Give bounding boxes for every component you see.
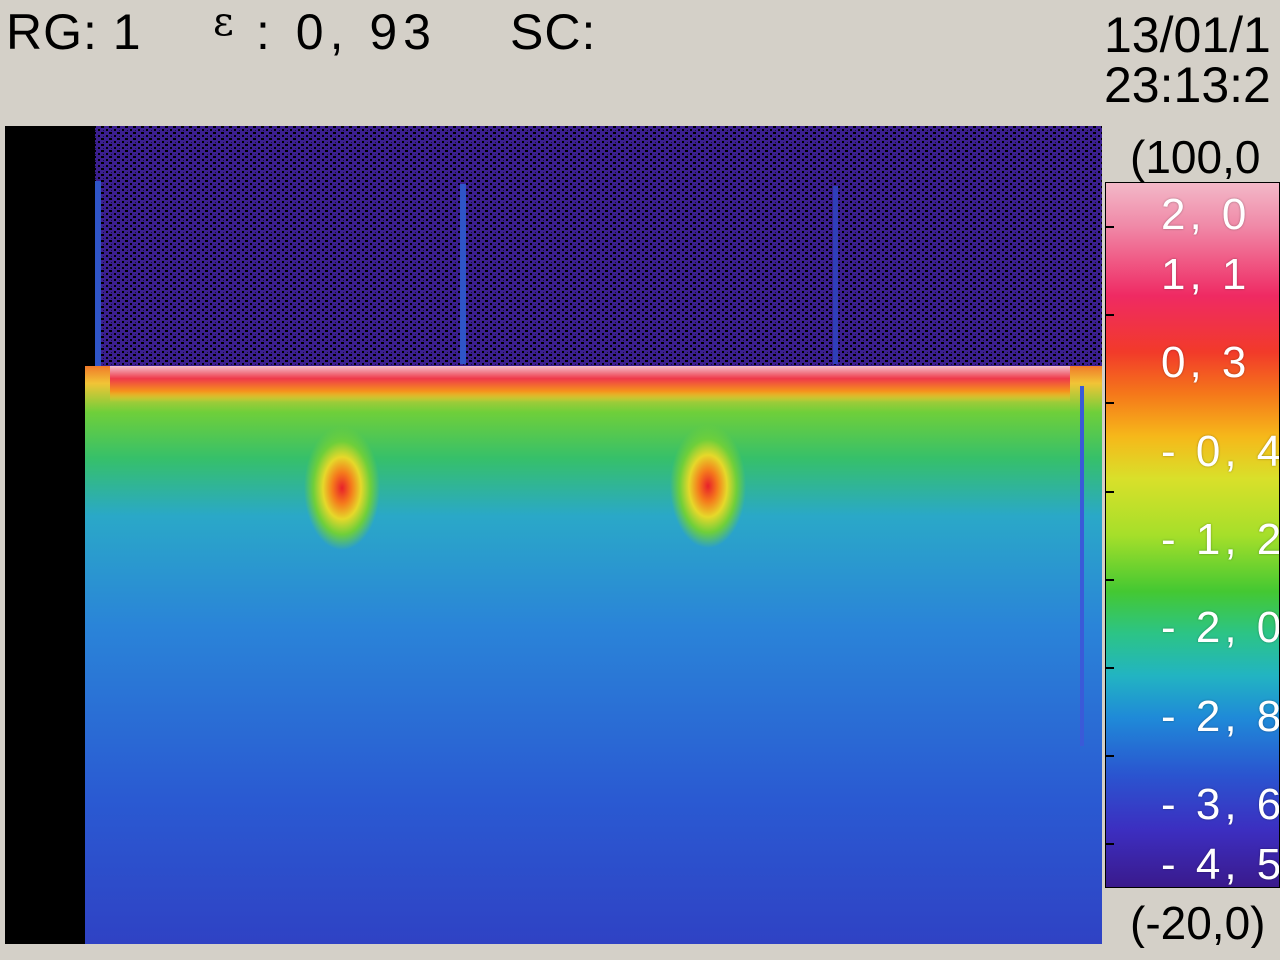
emissivity-value: : 0, 93 <box>256 4 437 60</box>
capture-time: 23:13:2 <box>1104 60 1271 110</box>
range-indicator: RG: 1 <box>6 4 142 60</box>
scale-tick <box>1106 226 1114 228</box>
hotspot-left <box>304 426 380 550</box>
hotspot-right <box>670 424 746 548</box>
scale-label: - 0, 4 <box>1161 430 1279 474</box>
sky-region <box>5 126 1102 366</box>
roof-edge <box>110 366 1070 402</box>
color-scale-bar: 2, 0 1, 1 0, 3 - 0, 4 - 1, 2 - 2, 0 - 2,… <box>1105 182 1280 888</box>
thermal-image <box>5 126 1102 944</box>
scale-tick <box>1106 843 1114 845</box>
scale-label: - 1, 2 <box>1161 518 1279 562</box>
scale-tick <box>1106 314 1114 316</box>
left-object <box>5 126 95 944</box>
scale-label: - 2, 0 <box>1161 606 1279 650</box>
sc-indicator: SC: <box>510 4 597 60</box>
capture-date: 13/01/1 <box>1104 10 1271 60</box>
scale-tick <box>1106 755 1114 757</box>
scale-label: 0, 3 <box>1161 341 1251 385</box>
post <box>833 186 838 364</box>
scale-label: - 2, 8 <box>1161 695 1279 739</box>
scale-label: 2, 0 <box>1161 193 1251 237</box>
emissivity-symbol: ε <box>213 0 235 45</box>
scale-tick <box>1106 491 1114 493</box>
scale-tick <box>1106 667 1114 669</box>
range-min-label: (-20,0) <box>1130 898 1266 948</box>
scale-label: - 4, 5 <box>1161 843 1279 887</box>
scale-tick <box>1106 402 1114 404</box>
wall-region <box>85 366 1102 944</box>
scale-tick <box>1106 579 1114 581</box>
scale-label: 1, 1 <box>1161 253 1251 297</box>
post <box>460 184 466 364</box>
pipe <box>1080 386 1084 746</box>
range-max-label: (100,0 <box>1130 132 1261 182</box>
scale-label: - 3, 6 <box>1161 783 1279 827</box>
post <box>95 181 101 366</box>
